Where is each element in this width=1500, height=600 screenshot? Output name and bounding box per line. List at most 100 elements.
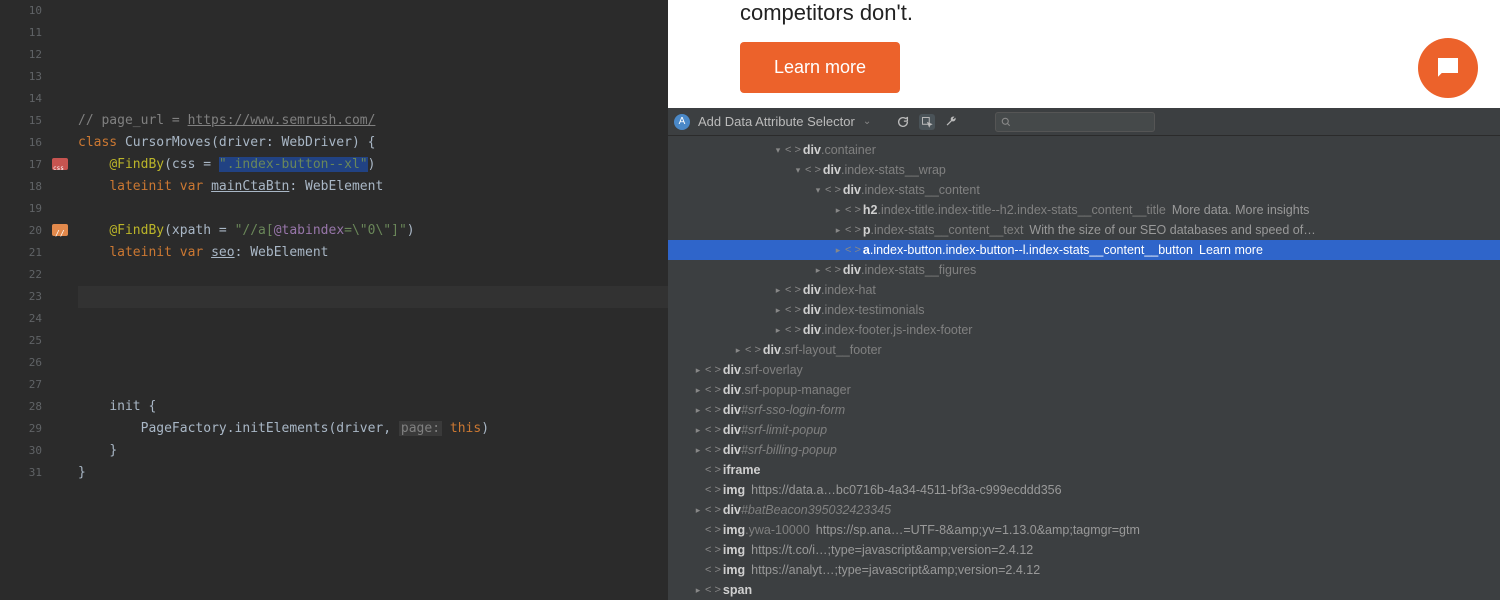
tag-name: img [723,480,745,500]
dom-tree[interactable]: < >div.container< >div.index-stats__wrap… [668,136,1500,600]
expand-arrow-icon[interactable] [693,360,703,380]
node-classes: .index-button.index-button--l.index-stat… [870,240,1193,260]
dom-node[interactable]: < >div.srf-popup-manager [668,380,1500,400]
tag-brackets-icon: < > [805,160,821,180]
dom-node[interactable]: < >div.srf-overlay [668,360,1500,380]
dom-node[interactable]: < >div#srf-sso-login-form [668,400,1500,420]
dom-node[interactable]: < >imghttps://data.a…bc0716b-4a34-4511-b… [668,480,1500,500]
chat-widget-icon[interactable] [1418,38,1478,98]
tag-name: div [723,420,741,440]
node-classes: .container [821,140,876,160]
expand-arrow-icon[interactable] [693,500,703,520]
expand-arrow-icon[interactable] [813,180,823,200]
tag-name: div [803,300,821,320]
gutter-icons [50,0,70,600]
headline-fragment: competitors don't. [740,0,913,26]
line-number: 22 [0,264,42,286]
line-number: 23 [0,286,42,308]
expand-arrow-icon[interactable] [813,260,823,280]
expand-arrow-icon[interactable] [733,340,743,360]
expand-arrow-icon[interactable] [773,280,783,300]
expand-arrow-icon[interactable] [693,400,703,420]
toolbar-title[interactable]: Add Data Attribute Selector [698,114,855,129]
dom-node[interactable]: < >div#batBeacon395032423345 [668,500,1500,520]
tag-brackets-icon: < > [705,400,721,420]
expand-arrow-icon[interactable] [693,580,703,600]
inspect-element-icon[interactable] [919,114,935,130]
dom-node[interactable]: < >p.index-stats__content__textWith the … [668,220,1500,240]
dom-node[interactable]: < >span [668,580,1500,600]
expand-arrow-icon[interactable] [693,380,703,400]
tag-brackets-icon: < > [705,420,721,440]
code-area[interactable]: // page_url = https://www.semrush.com/ c… [70,0,668,600]
dom-node[interactable]: < >div.srf-layout__footer [668,340,1500,360]
dom-node[interactable]: < >div.index-stats__figures [668,260,1500,280]
node-classes: .index-stats__figures [861,260,976,280]
css-selector-string: ".index-button--xl" [219,157,368,172]
refresh-icon[interactable] [895,114,911,130]
node-classes: .index-stats__content [861,180,980,200]
expand-arrow-icon[interactable] [773,320,783,340]
tag-brackets-icon: < > [705,520,721,540]
devtools-search-input[interactable] [995,112,1155,132]
xpath-selector-icon [52,224,68,236]
dom-node[interactable]: < >div.index-hat [668,280,1500,300]
code-editor[interactable]: 1011121314151617181920212223242526272829… [0,0,668,600]
node-text: More data. More insights [1172,200,1310,220]
node-text: Learn more [1199,240,1263,260]
expand-arrow-icon[interactable] [773,300,783,320]
line-gutter: 1011121314151617181920212223242526272829… [0,0,50,600]
tag-name: img [723,520,745,540]
expand-arrow-icon[interactable] [833,220,843,240]
dom-node[interactable]: < >iframe [668,460,1500,480]
expand-arrow-icon[interactable] [693,420,703,440]
dom-node[interactable]: < >div.index-stats__wrap [668,160,1500,180]
node-id: #srf-billing-popup [741,440,837,460]
dom-node[interactable]: < >h2.index-title.index-title--h2.index-… [668,200,1500,220]
line-number: 19 [0,198,42,220]
tag-brackets-icon: < > [825,260,841,280]
dom-node[interactable]: < >div.container [668,140,1500,160]
devtools-panel[interactable]: A Add Data Attribute Selector ⌄ < >div.c… [668,108,1500,600]
current-line[interactable] [78,286,668,308]
line-number: 16 [0,132,42,154]
dom-node[interactable]: < >imghttps://analyt…;type=javascript&am… [668,560,1500,580]
dom-node[interactable]: < >img.ywa-10000https://sp.ana…=UTF-8&am… [668,520,1500,540]
dom-node[interactable]: < >div#srf-limit-popup [668,420,1500,440]
dropdown-chevron-icon[interactable]: ⌄ [863,116,871,127]
tag-name: div [723,380,741,400]
line-number: 24 [0,308,42,330]
tag-name: span [723,580,752,600]
tag-name: div [723,400,741,420]
line-number: 17 [0,154,42,176]
dom-node[interactable]: < >div.index-stats__content [668,180,1500,200]
tag-brackets-icon: < > [785,280,801,300]
expand-arrow-icon[interactable] [793,160,803,180]
dom-node[interactable]: < >div.index-footer.js-index-footer [668,320,1500,340]
tag-brackets-icon: < > [705,460,721,480]
learn-more-button[interactable]: Learn more [740,42,900,93]
dom-node[interactable]: < >a.index-button.index-button--l.index-… [668,240,1500,260]
line-number: 21 [0,242,42,264]
node-classes: .index-title.index-title--h2.index-stats… [878,200,1166,220]
line-number: 26 [0,352,42,374]
dom-node[interactable]: < >imghttps://t.co/i…;type=javascript&am… [668,540,1500,560]
tag-brackets-icon: < > [705,360,721,380]
tag-name: div [723,360,741,380]
expand-arrow-icon[interactable] [833,200,843,220]
tag-name: iframe [723,460,761,480]
expand-arrow-icon[interactable] [833,240,843,260]
line-number: 31 [0,462,42,484]
browser-preview[interactable]: competitors don't. Learn more [668,0,1500,108]
line-number: 30 [0,440,42,462]
dom-node[interactable]: < >div#srf-billing-popup [668,440,1500,460]
tag-brackets-icon: < > [705,380,721,400]
tag-brackets-icon: < > [705,540,721,560]
annotation: @FindBy [109,157,164,172]
expand-arrow-icon[interactable] [773,140,783,160]
tag-brackets-icon: < > [785,300,801,320]
tag-brackets-icon: < > [785,140,801,160]
expand-arrow-icon[interactable] [693,440,703,460]
dom-node[interactable]: < >div.index-testimonials [668,300,1500,320]
wrench-icon[interactable] [943,114,959,130]
